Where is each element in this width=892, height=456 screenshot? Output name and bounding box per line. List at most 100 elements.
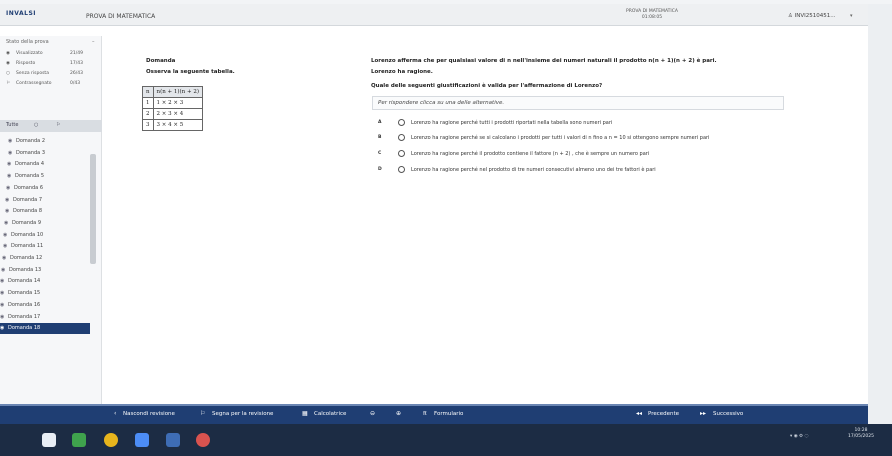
calculator-icon: ▦ xyxy=(302,410,308,417)
app-icon[interactable] xyxy=(196,433,210,447)
question-list-item[interactable]: ◉ Domanda 15 xyxy=(0,288,90,299)
chevron-left-icon: ‹ xyxy=(114,410,117,417)
table-cell: 3 xyxy=(142,119,154,131)
question-list-item[interactable]: ◉ Domanda 13 xyxy=(0,265,90,276)
zoom-icon[interactable]: ⊖ xyxy=(370,410,375,417)
data-table: n n(n + 1)(n + 2) 1 1 × 2 × 3 2 2 × 3 × … xyxy=(142,86,203,131)
question-label: Domanda 9 xyxy=(12,219,42,226)
question-list-item[interactable]: ◉ Domanda 18 xyxy=(0,323,90,335)
legend-viewed[interactable]: ◉ Visualizzato 21/49 xyxy=(4,50,98,60)
answered-icon: ◉ xyxy=(3,243,8,250)
section-label: Domanda xyxy=(146,58,176,64)
app-icon[interactable] xyxy=(135,433,149,447)
flag-review-button[interactable]: Segna per la revisione xyxy=(212,411,273,417)
legend-unanswered[interactable]: ○ Senza risposta 26/43 xyxy=(4,70,98,80)
question-list-item[interactable]: ◉ Domanda 8 xyxy=(0,206,90,217)
filter-all-tab[interactable]: Tutte xyxy=(6,122,18,128)
question-label: Domanda 15 xyxy=(8,290,41,297)
clock[interactable]: 10:28 17/05/2025 xyxy=(848,428,874,440)
option-c[interactable]: C Lorenzo ha ragione perché il prodotto … xyxy=(378,150,778,160)
option-letter: D xyxy=(378,167,382,172)
formulary-button[interactable]: Formulario xyxy=(434,411,463,417)
radio-button[interactable] xyxy=(398,119,405,126)
timer-value: 01:08:05 xyxy=(641,15,663,20)
question-label: Domanda 6 xyxy=(14,184,44,191)
question-list-item[interactable]: ◉ Domanda 16 xyxy=(0,300,90,311)
legend-flagged[interactable]: ⚐ Contrassegnato 0/43 xyxy=(4,80,98,90)
radio-button[interactable] xyxy=(398,150,405,157)
collapse-icon[interactable]: – xyxy=(92,39,95,45)
option-text: Lorenzo ha ragione perché nel prodotto d… xyxy=(411,167,656,173)
option-text: Lorenzo ha ragione perché se si calcolan… xyxy=(411,135,710,141)
answered-icon: ◉ xyxy=(4,219,9,226)
answered-icon: ◉ xyxy=(7,173,12,180)
radio-button[interactable] xyxy=(398,166,405,173)
question-list-item[interactable]: ◉ Domanda 4 xyxy=(0,159,90,170)
question-list-item[interactable]: ◉ Domanda 14 xyxy=(0,276,90,287)
question-label: Domanda 16 xyxy=(8,301,41,308)
question-list-item[interactable]: ◉ Domanda 2 xyxy=(0,136,90,147)
legend-answered[interactable]: ◉ Risposto 17/43 xyxy=(4,60,98,70)
exam-status-panel: Stato della prova – ◉ Visualizzato 21/49… xyxy=(0,36,102,408)
table-header: n xyxy=(142,86,154,98)
option-letter: A xyxy=(378,120,382,125)
filter-unanswered-tab[interactable]: ○ xyxy=(34,122,38,128)
legend-count: 17/43 xyxy=(70,61,83,66)
statement: Lorenzo afferma che per qualsiasi valore… xyxy=(371,58,717,64)
question-list-item[interactable]: ◉ Domanda 6 xyxy=(0,183,90,194)
next-icon: ▸▸ xyxy=(700,410,707,417)
sidebar-scrollbar[interactable] xyxy=(90,154,96,264)
user-menu[interactable]: ♙ INVI2510451... xyxy=(788,13,836,19)
answered-icon: ◉ xyxy=(3,231,8,238)
question-label: Domanda 10 xyxy=(11,231,44,238)
previous-button[interactable]: Precedente xyxy=(648,411,679,417)
option-b[interactable]: B Lorenzo ha ragione perché se si calcol… xyxy=(378,134,778,144)
answered-icon: ◉ xyxy=(8,149,13,156)
filter-flagged-tab[interactable]: ⚐ xyxy=(56,122,60,128)
app-icon[interactable] xyxy=(166,433,180,447)
legend-count: 0/43 xyxy=(70,81,81,86)
option-text: Lorenzo ha ragione perché tutti i prodot… xyxy=(411,120,613,126)
question-list-item[interactable]: ◉ Domanda 11 xyxy=(0,241,90,252)
statement-2: Lorenzo ha ragione. xyxy=(371,69,433,75)
option-a[interactable]: A Lorenzo ha ragione perché tutti i prod… xyxy=(378,119,778,129)
empty-circle-icon: ○ xyxy=(6,71,10,76)
chevron-down-icon[interactable]: ▾ xyxy=(850,13,853,19)
calculator-button[interactable]: Calcolatrice xyxy=(314,411,346,417)
question-label: Domanda 4 xyxy=(15,161,45,168)
answered-icon: ◉ xyxy=(0,278,5,285)
invalsi-logo: INVALSI xyxy=(6,10,37,17)
app-icon[interactable] xyxy=(72,433,86,447)
question-list-item[interactable]: ◉ Domanda 12 xyxy=(0,253,90,264)
table-row: 3 3 × 4 × 5 xyxy=(142,119,203,131)
top-bar: INVALSI PROVA DI MATEMATICA PROVA DI MAT… xyxy=(0,4,868,26)
settings-icon[interactable]: ⊕ xyxy=(396,410,401,417)
question-list-item[interactable]: ◉ Domanda 7 xyxy=(0,195,90,206)
next-button[interactable]: Successivo xyxy=(713,411,743,417)
answered-icon: ◉ xyxy=(0,290,5,297)
option-letter: B xyxy=(378,135,382,140)
question-label: Domanda 11 xyxy=(11,243,44,250)
hide-review-button[interactable]: Nascondi revisione xyxy=(123,411,175,417)
answered-icon: ◉ xyxy=(6,61,10,66)
screen: INVALSI PROVA DI MATEMATICA PROVA DI MAT… xyxy=(0,0,892,456)
instruction-text: Per rispondere clicca su una delle alter… xyxy=(378,100,505,106)
os-taskbar: ▾ ◉ ⚙ ◌ 10:28 17/05/2025 xyxy=(0,424,892,456)
question-list-item[interactable]: ◉ Domanda 17 xyxy=(0,312,90,323)
chrome-icon[interactable] xyxy=(104,433,118,447)
table-cell: 1 × 2 × 3 xyxy=(152,97,203,109)
question-list-item[interactable]: ◉ Domanda 10 xyxy=(0,230,90,241)
question-area: Domanda Osserva la seguente tabella. n n… xyxy=(104,26,868,404)
radio-button[interactable] xyxy=(398,134,405,141)
answered-icon: ◉ xyxy=(8,138,13,144)
answered-icon: ◉ xyxy=(0,313,5,320)
question-list-item[interactable]: ◉ Domanda 3 xyxy=(0,148,90,159)
panel-title: Stato della prova xyxy=(6,39,49,45)
question-list-item[interactable]: ◉ Domanda 5 xyxy=(0,171,90,182)
option-d[interactable]: D Lorenzo ha ragione perché nel prodotto… xyxy=(378,166,778,176)
bottom-toolbar: ‹ Nascondi revisione ⚐ Segna per la revi… xyxy=(0,404,868,424)
files-app-icon[interactable] xyxy=(42,433,56,447)
question-label: Domanda 2 xyxy=(16,138,46,144)
tray-icons[interactable]: ▾ ◉ ⚙ ◌ xyxy=(790,434,808,439)
question-list-item[interactable]: ◉ Domanda 9 xyxy=(0,218,90,229)
